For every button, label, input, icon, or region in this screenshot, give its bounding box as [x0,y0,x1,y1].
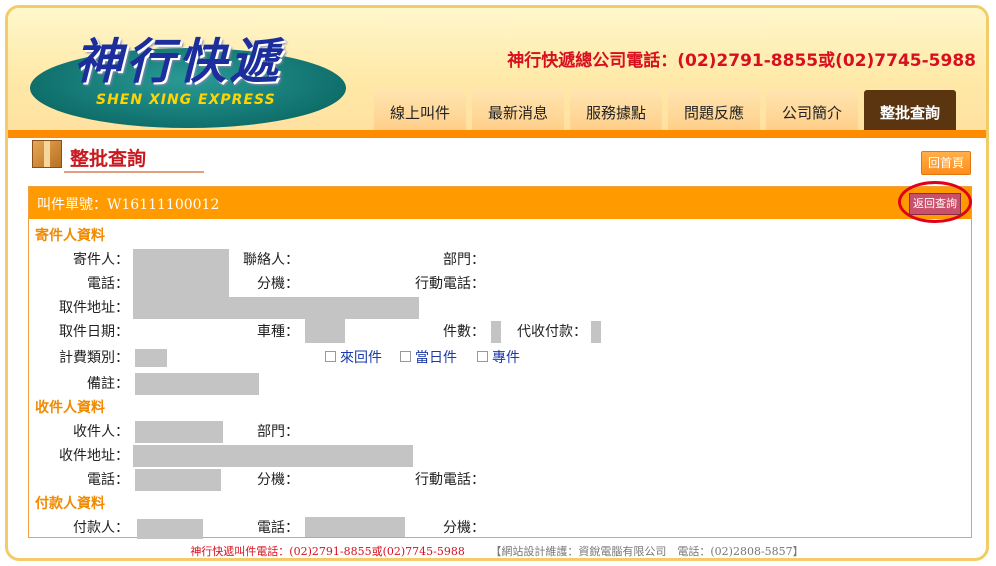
dept-label: 部門： [443,252,485,268]
receiver-address-label: 收件地址： [59,448,129,464]
tab-batch-query[interactable]: 整批查詢 [864,90,956,130]
site-header: 神行快遞 SHEN XING EXPRESS 神行快遞總公司電話：(02)279… [8,8,986,138]
panel-header: 叫件單號：W16111100012 返回查詢 [29,181,972,223]
receiver-phone-redacted [135,469,221,491]
receiver-section-title: 收件人資料 [35,400,105,416]
order-number: 叫件單號：W16111100012 [37,197,220,213]
home-button[interactable]: 回首頁 [921,151,971,175]
pickup-date-label: 取件日期： [59,324,129,340]
receiver-label: 收件人： [73,424,129,440]
round-trip-checkbox[interactable] [325,351,336,362]
ext-label: 分機： [257,276,299,292]
cod-label: 代收付款： [517,324,587,340]
payer-phone-redacted [305,517,405,537]
logo-title[interactable]: 神行快遞 [74,22,282,92]
payer-redacted [137,519,203,539]
back-to-query-button[interactable]: 返回查詢 [909,193,961,215]
count-label: 件數： [443,324,485,340]
sender-label: 寄件人： [73,252,129,268]
cod-redacted [591,321,601,343]
tab-news[interactable]: 最新消息 [472,90,564,130]
package-icon [32,140,62,168]
pickup-address-label: 取件地址： [59,300,129,316]
receiver-dept-label: 部門： [257,424,299,440]
receiver-phone-label: 電話： [87,472,129,488]
page-title: 整批查詢 [70,148,147,170]
same-day-checkbox[interactable] [400,351,411,362]
sender-section-title: 寄件人資料 [35,228,105,244]
receiver-redacted [135,421,223,443]
dedicated-checkbox[interactable] [477,351,488,362]
tab-feedback[interactable]: 問題反應 [668,90,760,130]
vehicle-label: 車種： [257,324,299,340]
site-footer: 神行快遞叫件電話：(02)2791-8855或(02)7745-5988 【網站… [8,543,986,558]
sender-value-redacted [133,249,229,297]
tab-about[interactable]: 公司簡介 [766,90,858,130]
payer-phone-label: 電話： [257,520,299,536]
fee-type-redacted [135,349,167,367]
phone-label: 電話： [87,276,129,292]
order-detail-panel: 叫件單號：W16111100012 返回查詢 寄件人資料 寄件人： 聯絡人： 部… [28,181,972,539]
count-redacted [491,321,501,343]
note-label: 備註： [87,376,129,392]
note-redacted [135,373,259,395]
page-heading: 整批查詢 [28,136,204,176]
header-phone: 神行快遞總公司電話：(02)2791-8855或(02)7745-5988 [507,51,976,71]
payer-label: 付款人： [73,520,129,536]
payer-section-title: 付款人資料 [35,496,105,512]
tab-service-points[interactable]: 服務據點 [570,90,662,130]
same-day-label: 當日件 [415,350,457,366]
dedicated-label: 專件 [492,350,520,366]
fee-type-label: 計費類別： [59,350,129,366]
tab-online-call[interactable]: 線上叫件 [374,90,466,130]
receiver-mobile-label: 行動電話： [415,472,485,488]
footer-company-phone: 神行快遞叫件電話：(02)2791-8855或(02)7745-5988 [190,545,465,558]
receiver-ext-label: 分機： [257,472,299,488]
logo-subtitle: SHEN XING EXPRESS [96,92,276,108]
pickup-address-redacted [133,297,419,319]
title-underline [64,171,204,173]
round-trip-label: 來回件 [340,350,382,366]
payer-ext-label: 分機： [443,520,485,536]
footer-maintainer: 【網站設計維護：資銳電腦有限公司 電話：(02)2808-5857】 [490,545,804,558]
contact-label: 聯絡人： [243,252,299,268]
receiver-address-redacted [133,445,413,467]
page-frame: 神行快遞 SHEN XING EXPRESS 神行快遞總公司電話：(02)279… [5,5,989,561]
main-nav: 線上叫件 最新消息 服務據點 問題反應 公司簡介 整批查詢 [368,90,956,130]
vehicle-redacted [305,319,345,343]
mobile-label: 行動電話： [415,276,485,292]
